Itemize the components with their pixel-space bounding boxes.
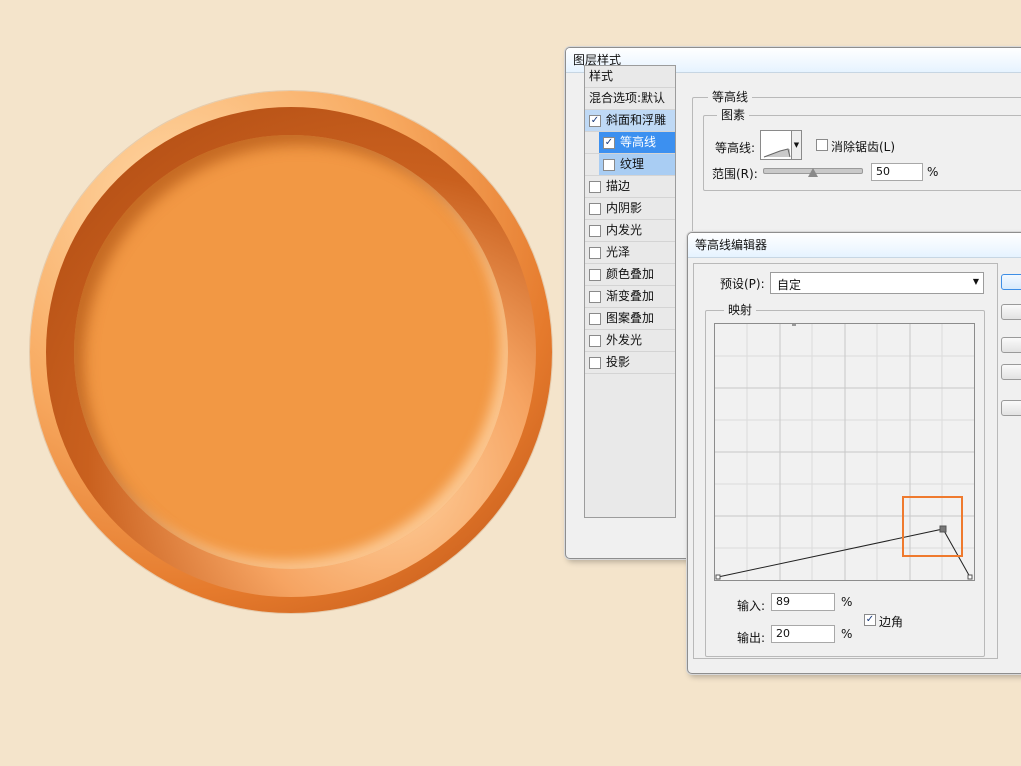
new-button[interactable] <box>1001 400 1021 416</box>
preset-value: 自定 <box>777 278 802 292</box>
styles-list: 样式 混合选项:默认 ✓ 斜面和浮雕 ✓ 等高线 纹理 描边 内阴影 内发光 光泽 <box>584 65 676 518</box>
output-percent: % <box>841 627 853 641</box>
checkbox-bevel-emboss[interactable]: ✓ <box>589 114 601 127</box>
antialias-checkbox[interactable] <box>816 139 828 151</box>
checkbox-pattern-overlay[interactable] <box>589 312 601 325</box>
style-item-color-overlay[interactable]: 颜色叠加 <box>585 264 675 286</box>
style-item-pattern-overlay[interactable]: 图案叠加 <box>585 308 675 330</box>
output-label: 输出: <box>737 631 766 645</box>
blend-options-item[interactable]: 混合选项:默认 <box>585 88 675 110</box>
plate-face <box>74 135 508 569</box>
checkbox-gradient-overlay[interactable] <box>589 290 601 303</box>
output-value-field[interactable]: 20 <box>771 625 835 643</box>
checkbox-outer-glow[interactable] <box>589 334 601 347</box>
preset-select[interactable]: 自定 ▼ <box>770 272 984 294</box>
curve-point-end[interactable] <box>967 574 973 580</box>
contour-panel-title: 等高线 <box>708 88 753 105</box>
orange-plate-artwork <box>30 91 552 613</box>
style-item-gradient-overlay[interactable]: 渐变叠加 <box>585 286 675 308</box>
selected-point-highlight <box>902 496 963 557</box>
range-label: 范围(R): <box>712 167 758 181</box>
checkbox-contour[interactable]: ✓ <box>603 136 615 149</box>
style-item-satin[interactable]: 光泽 <box>585 242 675 264</box>
style-item-stroke[interactable]: 描边 <box>585 176 675 198</box>
input-percent: % <box>841 595 853 609</box>
range-percent: % <box>927 165 939 179</box>
contour-label: 等高线: <box>715 141 756 155</box>
elements-group-title: 图素 <box>717 106 750 123</box>
contour-editor-title: 等高线编辑器 <box>695 238 768 252</box>
cancel-button[interactable] <box>1001 304 1021 320</box>
top-marker <box>792 324 796 326</box>
load-button[interactable] <box>1001 337 1021 353</box>
range-input[interactable]: 50 <box>871 163 923 181</box>
antialias-label: 消除锯齿(L) <box>831 140 896 154</box>
checkbox-inner-glow[interactable] <box>589 224 601 237</box>
style-item-texture[interactable]: 纹理 <box>585 154 675 176</box>
style-item-drop-shadow[interactable]: 投影 <box>585 352 675 374</box>
preset-label: 预设(P): <box>720 277 765 291</box>
checkbox-texture[interactable] <box>603 158 615 171</box>
input-label: 输入: <box>737 599 766 613</box>
contour-thumbnail <box>763 148 791 158</box>
contour-preview[interactable]: ▼ <box>760 130 802 160</box>
range-slider-thumb[interactable] <box>808 168 818 177</box>
mapping-group-title: 映射 <box>724 301 757 318</box>
checkbox-inner-shadow[interactable] <box>589 202 601 215</box>
ok-button[interactable] <box>1001 274 1021 290</box>
contour-dropdown-arrow[interactable]: ▼ <box>791 131 801 159</box>
style-item-outer-glow[interactable]: 外发光 <box>585 330 675 352</box>
curve-point-start[interactable] <box>715 574 721 580</box>
save-button[interactable] <box>1001 364 1021 380</box>
style-item-inner-shadow[interactable]: 内阴影 <box>585 198 675 220</box>
checkbox-satin[interactable] <box>589 246 601 259</box>
chevron-down-icon: ▼ <box>972 277 979 286</box>
checkbox-color-overlay[interactable] <box>589 268 601 281</box>
style-item-contour[interactable]: ✓ 等高线 <box>585 132 675 154</box>
style-item-inner-glow[interactable]: 内发光 <box>585 220 675 242</box>
styles-header[interactable]: 样式 <box>585 66 675 88</box>
checkbox-stroke[interactable] <box>589 180 601 193</box>
input-value-field[interactable]: 89 <box>771 593 835 611</box>
plate-rim <box>46 107 536 597</box>
contour-editor-dialog: 等高线编辑器 预设(P): 自定 ▼ 映射 输入: 89 % ✓ 边角 输出: … <box>687 232 1021 674</box>
corner-checkbox[interactable]: ✓ <box>864 614 876 626</box>
corner-label: 边角 <box>879 615 904 629</box>
style-item-bevel-emboss[interactable]: ✓ 斜面和浮雕 <box>585 110 675 132</box>
checkbox-drop-shadow[interactable] <box>589 356 601 369</box>
contour-editor-titlebar[interactable]: 等高线编辑器 <box>688 233 1021 258</box>
